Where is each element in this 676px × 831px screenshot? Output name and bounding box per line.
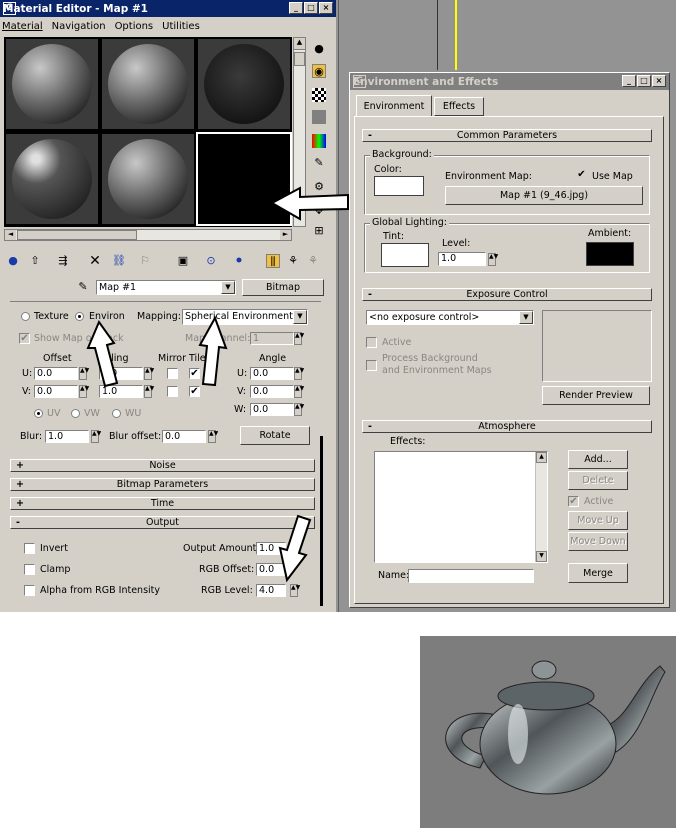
arrow-to-map-slot <box>269 186 349 221</box>
arrow-down-rgb-level <box>278 514 312 583</box>
teapot-render-image <box>420 636 676 828</box>
arrow-up-mapping <box>198 315 228 387</box>
teapot-lid <box>497 681 595 711</box>
teapot-knob <box>531 660 557 680</box>
teapot-highlight <box>508 704 528 764</box>
arrow-up-environ <box>86 319 119 388</box>
